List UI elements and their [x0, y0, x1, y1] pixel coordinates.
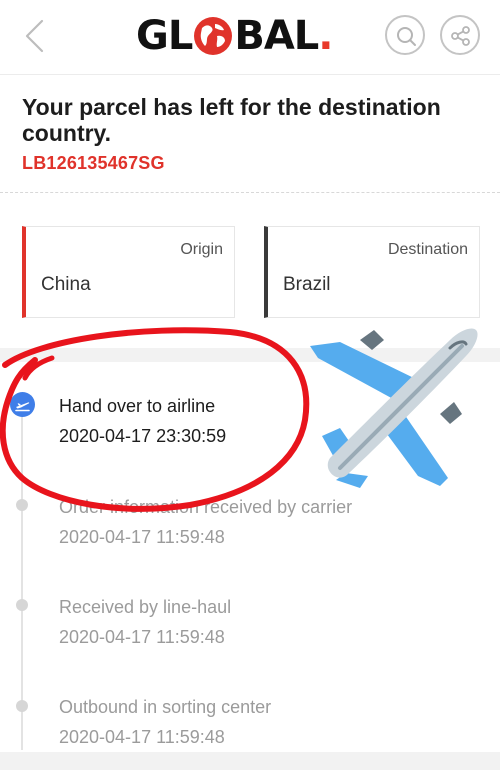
- timeline-dot: [16, 700, 28, 712]
- timeline-dot: [16, 499, 28, 511]
- chevron-left-icon: [25, 19, 44, 53]
- airplane-icon: [310, 328, 478, 488]
- logo-text-right: BAL: [234, 13, 319, 59]
- origin-label: Origin: [180, 241, 223, 258]
- timeline-dot: [16, 599, 28, 611]
- app-header: GL BAL .: [0, 0, 500, 75]
- back-button[interactable]: [22, 18, 48, 54]
- share-icon: [451, 26, 470, 46]
- event-time: 2020-04-17 11:59:48: [59, 627, 225, 647]
- event-title: Hand over to airline: [59, 396, 216, 416]
- globe-icon: [194, 17, 233, 55]
- search-icon: [397, 27, 416, 46]
- event-title: Outbound in sorting center: [59, 697, 272, 717]
- event-time: 2020-04-17 23:30:59: [59, 426, 227, 446]
- parcel-status-title: Your parcel has left for the destination…: [22, 94, 441, 146]
- airplane-departure-icon: [15, 402, 30, 412]
- tracking-number[interactable]: LB126135467SG: [22, 153, 165, 174]
- destination-label: Destination: [387, 241, 468, 258]
- timeline-dot-active: [10, 392, 35, 417]
- logo-text-left: GL: [136, 13, 193, 59]
- origin-value: China: [41, 274, 91, 295]
- event-title: Order information received by carrier: [59, 497, 353, 517]
- event-time: 2020-04-17 11:59:48: [59, 727, 225, 747]
- origin-card: Origin China: [22, 226, 235, 318]
- global-logo: GL BAL .: [136, 10, 333, 62]
- event-title: Received by line-haul: [59, 597, 232, 617]
- timeline-line: [21, 405, 23, 750]
- share-button[interactable]: [440, 15, 480, 55]
- event-time: 2020-04-17 11:59:48: [59, 527, 225, 547]
- destination-value: Brazil: [283, 274, 331, 295]
- parcel-summary: Your parcel has left for the destination…: [0, 76, 500, 193]
- destination-card: Destination Brazil: [264, 226, 480, 318]
- search-button[interactable]: [385, 15, 425, 55]
- bottom-divider: [0, 752, 500, 770]
- logo-dot: .: [318, 13, 333, 59]
